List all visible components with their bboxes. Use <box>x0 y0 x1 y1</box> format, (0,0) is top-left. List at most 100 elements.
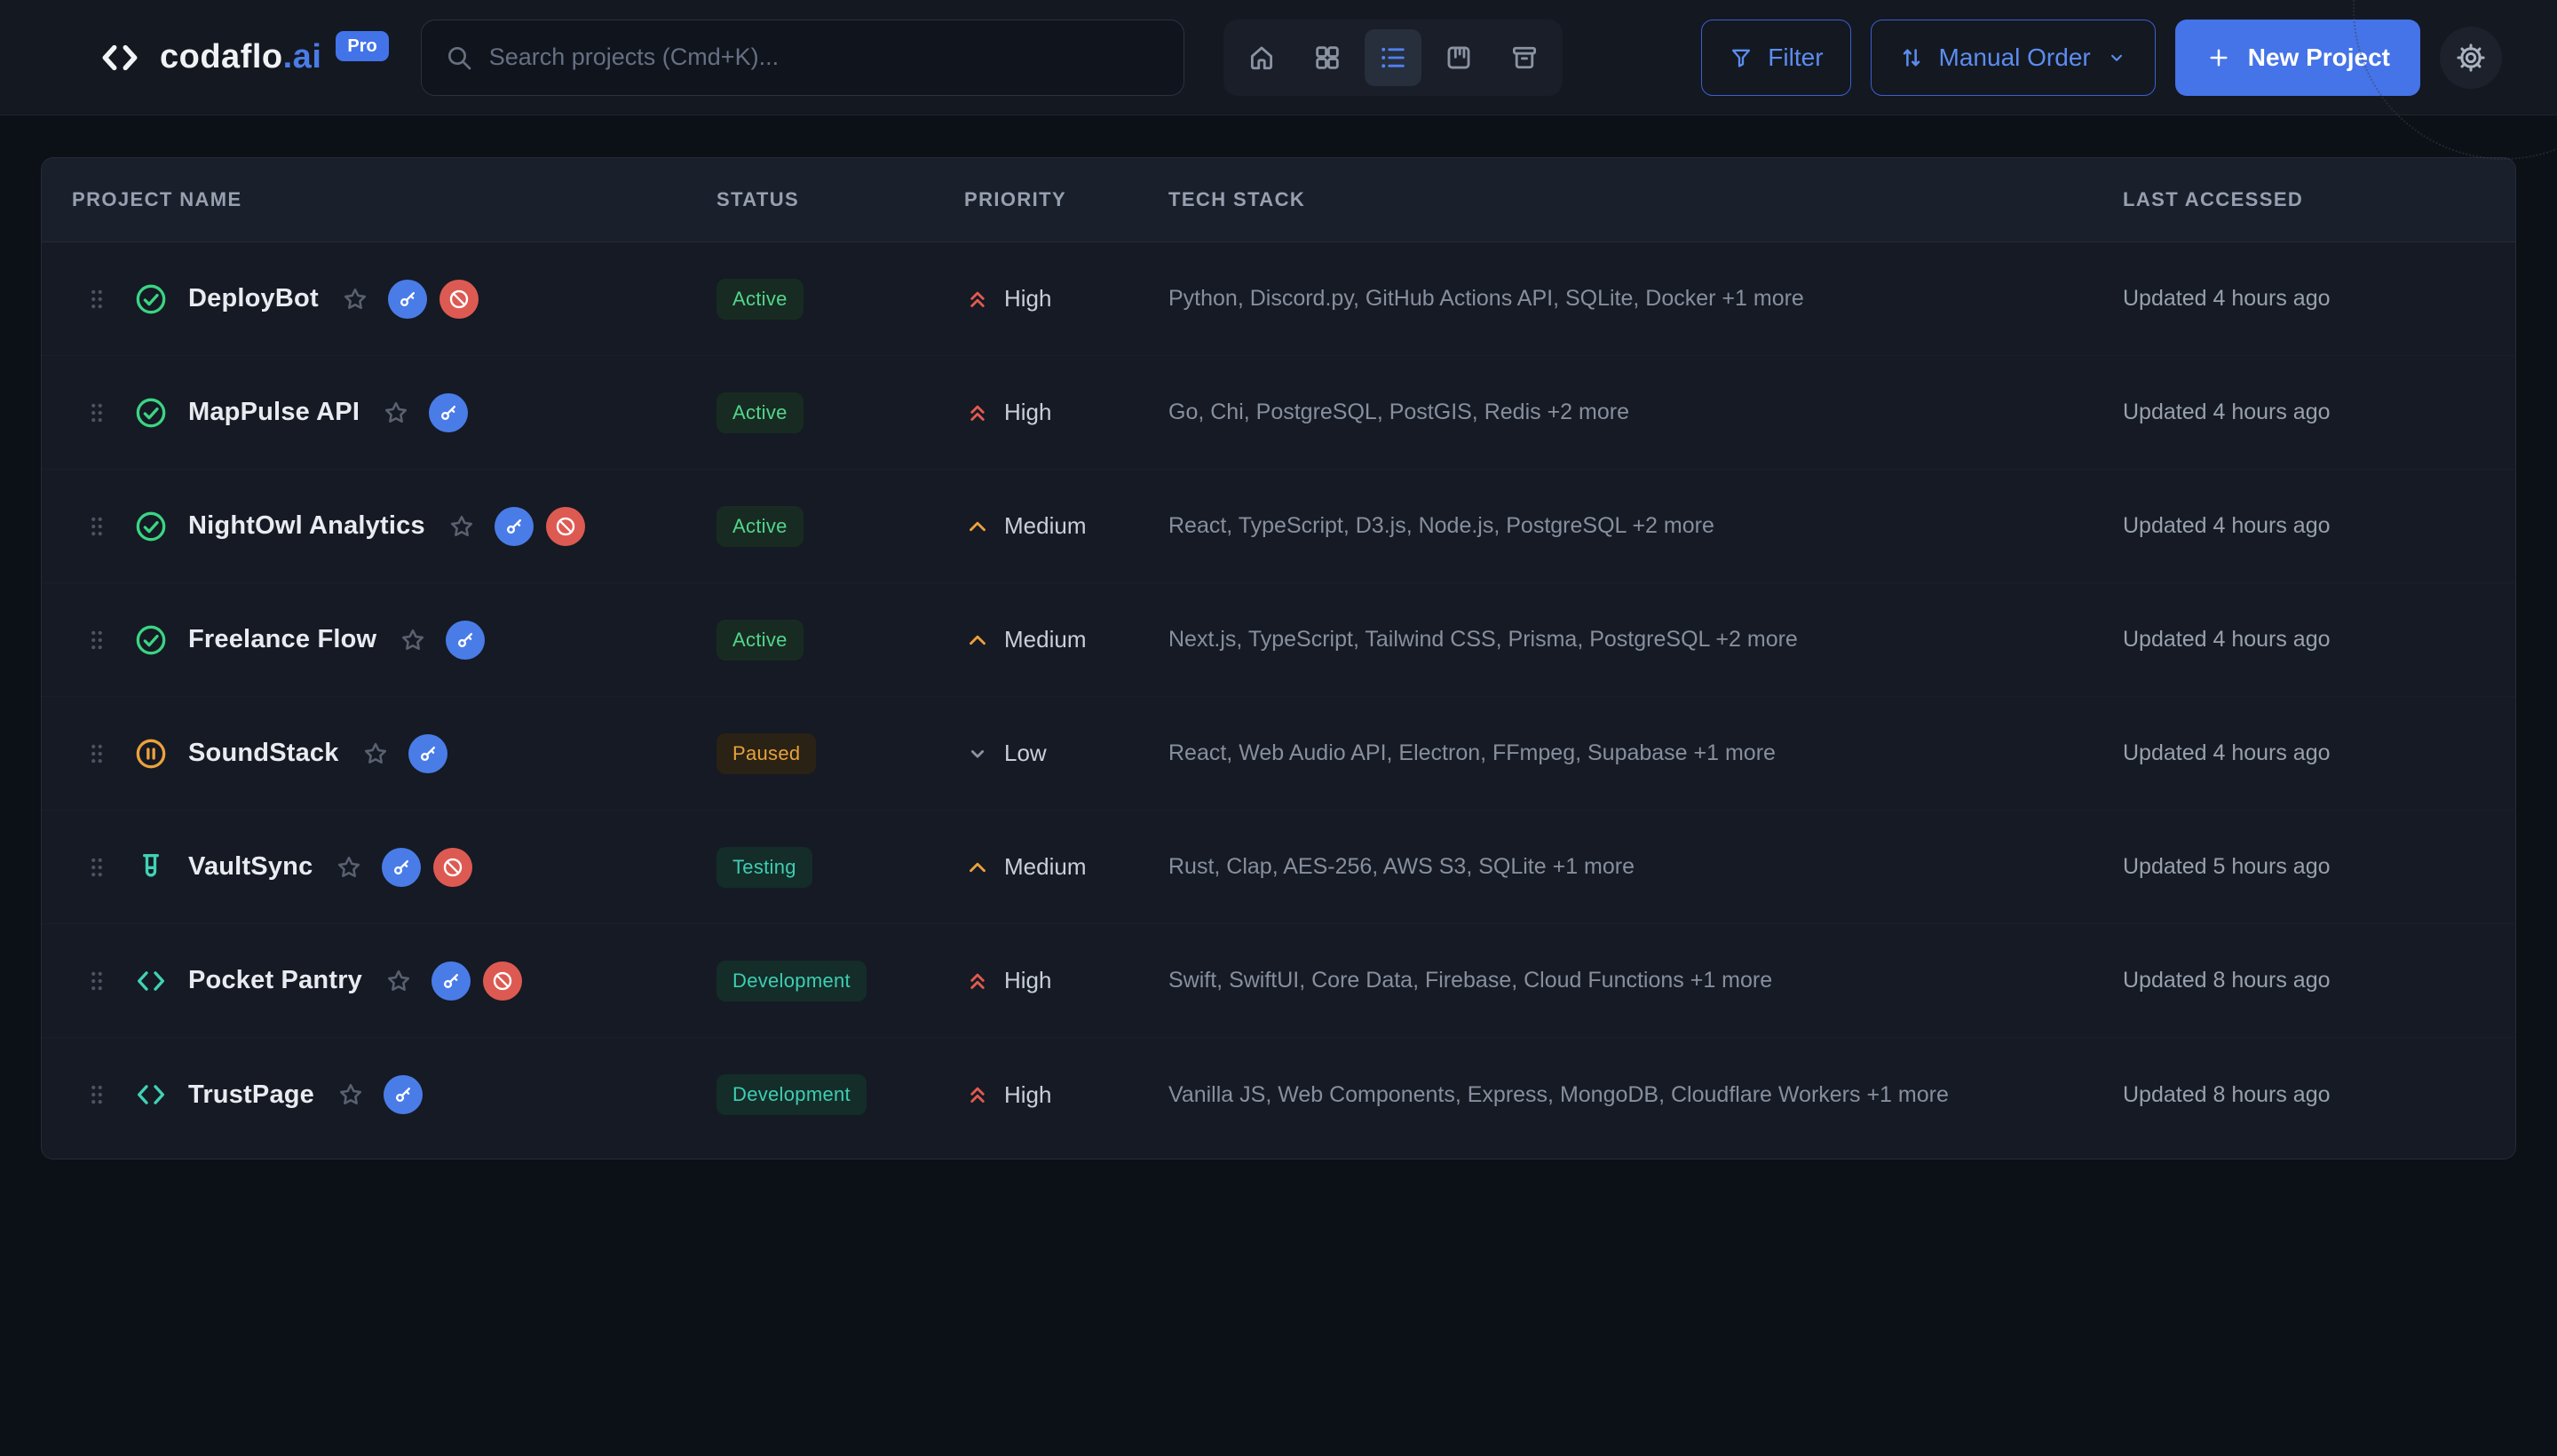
key-icon <box>454 629 477 652</box>
star-icon[interactable] <box>334 852 364 882</box>
api-key-badge[interactable] <box>384 1075 423 1114</box>
chevron-down-icon <box>2105 46 2128 69</box>
star-icon[interactable] <box>447 511 477 542</box>
tech-stack: Python, Discord.py, GitHub Actions API, … <box>1168 286 2123 312</box>
project-name[interactable]: Freelance Flow <box>188 625 376 654</box>
project-name[interactable]: MapPulse API <box>188 398 360 427</box>
table-row[interactable]: Pocket PantryDevelopmentHighSwift, Swift… <box>42 924 2515 1038</box>
api-key-badge[interactable] <box>431 961 471 1001</box>
view-mode-list-button[interactable] <box>1365 29 1421 86</box>
new-project-button[interactable]: New Project <box>2175 20 2420 96</box>
priority-label: Low <box>1004 740 1047 767</box>
code-brackets-icon <box>133 963 169 999</box>
project-name[interactable]: TrustPage <box>188 1080 314 1110</box>
table-row[interactable]: MapPulse APIActiveHighGo, Chi, PostgreSQ… <box>42 356 2515 470</box>
table-row[interactable]: DeployBotActiveHighPython, Discord.py, G… <box>42 242 2515 356</box>
logo[interactable]: codaflo.ai Pro <box>98 36 389 80</box>
list-icon <box>1378 43 1408 73</box>
table-row[interactable]: SoundStackPausedLowReact, Web Audio API,… <box>42 697 2515 811</box>
sort-order-button[interactable]: Manual Order <box>1871 20 2156 96</box>
column-header-tech-stack: TECH STACK <box>1168 188 2123 211</box>
blocked-badge[interactable] <box>483 961 522 1001</box>
drag-handle-icon[interactable] <box>83 740 110 767</box>
key-icon <box>437 401 460 424</box>
drag-handle-icon[interactable] <box>83 513 110 540</box>
api-key-badge[interactable] <box>408 734 447 773</box>
star-icon[interactable] <box>360 739 391 769</box>
priority-label: Medium <box>1004 512 1086 540</box>
priority-label: High <box>1004 285 1051 313</box>
project-name[interactable]: VaultSync <box>188 852 313 882</box>
beaker-icon <box>133 850 169 885</box>
star-icon[interactable] <box>340 284 370 314</box>
table-row[interactable]: NightOwl AnalyticsActiveMediumReact, Typ… <box>42 470 2515 583</box>
tech-stack: Go, Chi, PostgreSQL, PostGIS, Redis +2 m… <box>1168 400 2123 425</box>
project-badges <box>429 393 468 432</box>
table-body: DeployBot Active High Python, Discord.py, G… <box>42 242 2515 1159</box>
status-badge: Testing <box>716 847 812 888</box>
status-badge: Development <box>716 1074 867 1115</box>
new-project-label: New Project <box>2248 44 2390 72</box>
blocked-badge[interactable] <box>546 507 585 546</box>
drag-handle-icon[interactable] <box>83 627 110 653</box>
priority-medium-icon <box>964 854 991 881</box>
pro-badge: Pro <box>336 31 388 61</box>
blocked-badge[interactable] <box>433 848 472 887</box>
star-icon[interactable] <box>381 398 411 428</box>
logo-wordmark: codaflo.ai <box>160 38 321 76</box>
status-badge: Active <box>716 506 804 547</box>
table-row[interactable]: VaultSync Testing Medium Rust, Clap, AES-25… <box>42 811 2515 924</box>
key-icon <box>416 742 439 765</box>
last-accessed: Updated 4 hours ago <box>2123 740 2515 766</box>
search-input[interactable] <box>489 44 1160 71</box>
api-key-badge[interactable] <box>495 507 534 546</box>
drag-handle-icon[interactable] <box>83 968 110 994</box>
drag-handle-icon[interactable] <box>83 286 110 313</box>
projects-table: PROJECT NAME STATUS PRIORITY TECH STACK … <box>41 157 2516 1159</box>
project-name[interactable]: SoundStack <box>188 739 339 768</box>
star-icon[interactable] <box>336 1080 366 1110</box>
view-mode-home-button[interactable] <box>1233 29 1290 86</box>
drag-handle-icon[interactable] <box>83 1081 110 1108</box>
priority-label: Medium <box>1004 853 1086 881</box>
check-circle-icon <box>133 395 169 431</box>
api-key-badge[interactable] <box>382 848 421 887</box>
view-mode-archive-button[interactable] <box>1496 29 1553 86</box>
tech-stack: Rust, Clap, AES-256, AWS S3, SQLite +1 m… <box>1168 854 2123 880</box>
api-key-badge[interactable] <box>388 280 427 319</box>
sort-order-label: Manual Order <box>1939 44 2091 72</box>
priority-high-icon <box>964 968 991 994</box>
project-badges <box>382 848 472 887</box>
status-badge: Development <box>716 961 867 1001</box>
api-key-badge[interactable] <box>429 393 468 432</box>
star-icon[interactable] <box>398 625 428 655</box>
search-bar[interactable] <box>421 20 1184 96</box>
view-mode-kanban-button[interactable] <box>1430 29 1487 86</box>
drag-handle-icon[interactable] <box>83 400 110 426</box>
project-badges <box>495 507 585 546</box>
priority-label: High <box>1004 967 1051 994</box>
star-icon[interactable] <box>384 966 414 996</box>
project-name[interactable]: NightOwl Analytics <box>188 511 425 541</box>
grid-icon <box>1312 43 1342 73</box>
table-row[interactable]: Freelance FlowActiveMediumNext.js, TypeS… <box>42 583 2515 697</box>
priority-medium-icon <box>964 627 991 653</box>
check-circle-icon <box>133 622 169 658</box>
project-badges <box>408 734 447 773</box>
table-row[interactable]: TrustPageDevelopmentHighVanilla JS, Web … <box>42 1038 2515 1151</box>
status-badge: Paused <box>716 733 816 774</box>
table-header: PROJECT NAME STATUS PRIORITY TECH STACK … <box>42 158 2515 242</box>
drag-handle-icon[interactable] <box>83 854 110 881</box>
api-key-badge[interactable] <box>446 621 485 660</box>
settings-button[interactable] <box>2440 27 2502 89</box>
project-name[interactable]: DeployBot <box>188 284 319 313</box>
toolbar-actions: Filter Manual Order New Project <box>1701 20 2502 96</box>
status-badge: Active <box>716 620 804 661</box>
project-badges <box>384 1075 423 1114</box>
blocked-badge[interactable] <box>439 280 479 319</box>
plus-icon <box>2205 44 2232 71</box>
project-name[interactable]: Pocket Pantry <box>188 966 362 995</box>
filter-button[interactable]: Filter <box>1701 20 1850 96</box>
last-accessed: Updated 5 hours ago <box>2123 854 2515 880</box>
view-mode-grid-button[interactable] <box>1299 29 1356 86</box>
